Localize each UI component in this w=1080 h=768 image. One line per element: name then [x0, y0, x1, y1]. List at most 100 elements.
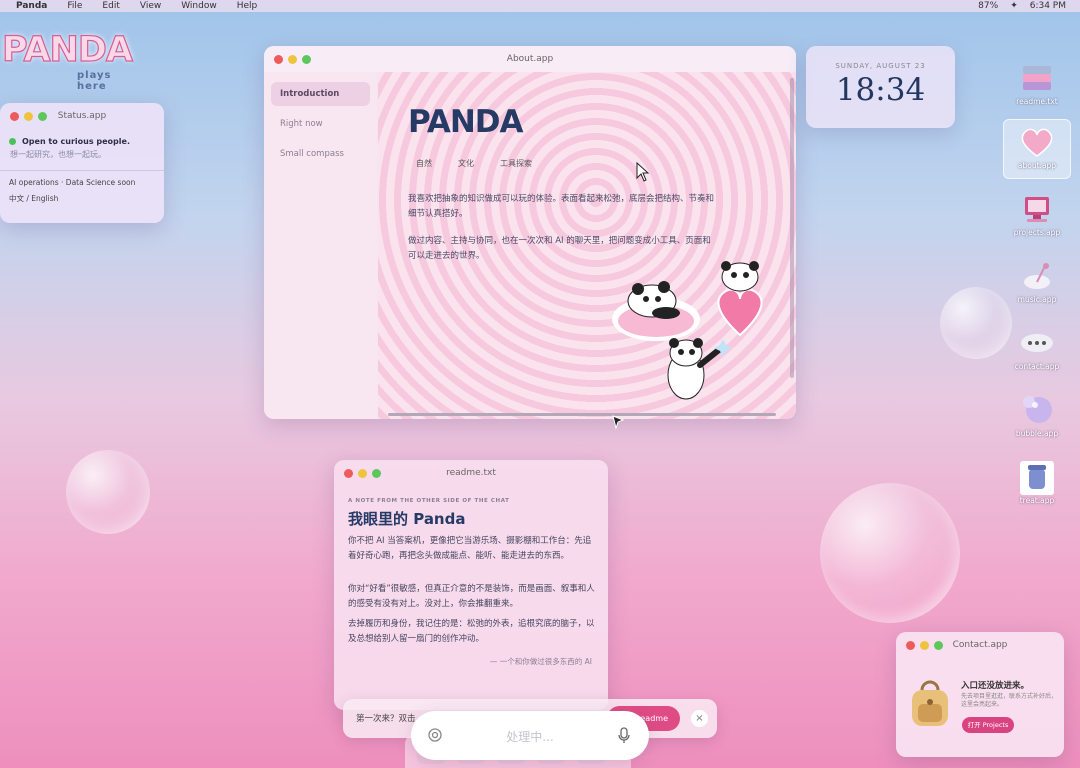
vertical-scrollbar[interactable]: [790, 78, 794, 378]
mouse-cursor-icon: [636, 162, 650, 182]
contact-heading: 入口还没放进来。: [961, 681, 1030, 691]
desktop-icon-about[interactable]: about.app: [1003, 119, 1071, 179]
readme-paragraph-1: 你不把 AI 当答案机，更像把它当游乐场、摄影棚和工作台：先追着好奇心跑，再把念…: [348, 536, 592, 561]
contact-window: Contact.app 入口还没放进来。 先去项目里逛逛，联系方式补好后，这里会…: [896, 632, 1064, 757]
contact-description: 先去项目里逛逛，联系方式补好后，这里会亮起来。: [961, 693, 1058, 708]
brand-logo: PANDA plays here: [1, 29, 142, 92]
backpack-icon: [912, 680, 948, 726]
desktop-icon-label: treat.app: [1019, 496, 1055, 505]
status-languages: 中文 / English: [9, 194, 59, 203]
status-subtitle: 想一起研究，也想一起玩。: [10, 150, 106, 159]
clock-date: SUNDAY, AUGUST 23: [835, 62, 926, 70]
heart-icon: [1021, 128, 1053, 157]
readme-heading: 我眼里的 Panda: [348, 510, 466, 528]
menu-app-name[interactable]: Panda: [16, 0, 47, 12]
maximize-button[interactable]: [302, 54, 311, 64]
desktop-icon-label: readme.txt: [1016, 97, 1058, 106]
readme-titlebar[interactable]: readme.txt: [334, 460, 608, 486]
readme-window: readme.txt A NOTE FROM THE OTHER SIDE OF…: [334, 460, 608, 710]
online-dot-icon: [9, 138, 16, 145]
clock-time: 18:34: [835, 72, 926, 108]
menu-bar: Panda File Edit View Window Help 87% ✦ 6…: [0, 0, 1080, 12]
panda-stickers-image: [612, 261, 763, 400]
menu-help[interactable]: Help: [237, 0, 258, 12]
desktop-icon-label: projects.app: [1013, 228, 1061, 237]
sidebar-item-introduction[interactable]: Introduction: [271, 82, 370, 106]
control-center-icon[interactable]: ✦: [1010, 0, 1018, 12]
music-icon: [1024, 263, 1050, 289]
contact-titlebar[interactable]: Contact.app: [896, 632, 1064, 658]
menubar-clock[interactable]: 6:34 PM: [1030, 0, 1066, 12]
processing-label: 处理中...: [506, 730, 554, 744]
books-icon: [1023, 66, 1051, 90]
clock-widget: SUNDAY, AUGUST 23 18:34: [806, 46, 955, 128]
decorative-bubble: [940, 287, 1012, 359]
availability-status: Open to curious people.: [0, 129, 164, 146]
processing-pill: 处理中...: [411, 711, 649, 760]
availability-text: Open to curious people.: [22, 137, 130, 146]
readme-paragraph-3: 去掉履历和身份，我记住的是：松弛的外表，追根究底的脑子，以及总想给别人留一扇门的…: [348, 619, 595, 644]
readme-signature: — 一个和你做过很多东西的 AI: [489, 657, 592, 666]
close-icon[interactable]: ×: [691, 710, 708, 727]
desktop-icon-music[interactable]: music.app: [1003, 254, 1071, 314]
onboarding-text: 第一次来？双击: [356, 714, 416, 724]
maximize-button[interactable]: [372, 468, 381, 478]
readme-kicker: A NOTE FROM THE OTHER SIDE OF THE CHAT: [348, 498, 510, 504]
intro-paragraph-1: 我喜欢把抽象的知识做成可以玩的体验。表面看起来松弛，底层会把结构、节奏和细节认真…: [408, 194, 715, 219]
minimize-button[interactable]: [920, 640, 929, 650]
window-title: About.app: [506, 54, 554, 64]
sidebar-item-right-now[interactable]: Right now: [271, 112, 370, 136]
tag-list: 自然 文化 工具探索: [408, 156, 540, 171]
microphone-icon[interactable]: [617, 727, 631, 745]
battery-indicator[interactable]: 87%: [978, 0, 998, 12]
desktop-icon-label: music.app: [1017, 295, 1057, 304]
move-cursor-icon: [612, 415, 625, 430]
tag-culture[interactable]: 文化: [450, 156, 482, 171]
tag-nature[interactable]: 自然: [408, 156, 440, 171]
close-button[interactable]: [10, 111, 19, 121]
scrollbar-thumb[interactable]: [388, 413, 776, 416]
computer-icon: [1025, 197, 1049, 222]
decorative-bubble: [820, 483, 960, 623]
desktop-icon-readme[interactable]: readme.txt: [1003, 56, 1071, 116]
maximize-button[interactable]: [934, 640, 943, 650]
close-button[interactable]: [274, 54, 283, 64]
status-focus: AI operations · Data Science soon: [9, 178, 136, 187]
status-titlebar[interactable]: Status.app: [0, 103, 164, 129]
about-sidebar: Introduction Right now Small compass: [264, 72, 377, 419]
minimize-button[interactable]: [288, 54, 297, 64]
about-window: About.app Introduction Right now Small c…: [264, 46, 796, 419]
menu-file[interactable]: File: [67, 0, 82, 12]
status-window: Status.app Open to curious people. 想一起研究…: [0, 103, 164, 223]
minimize-button[interactable]: [358, 468, 367, 478]
desktop-icon-projects[interactable]: projects.app: [1003, 187, 1071, 247]
close-button[interactable]: [344, 468, 353, 478]
desktop-icon-bubble[interactable]: bubble.app: [1003, 388, 1071, 448]
about-titlebar[interactable]: About.app: [264, 46, 796, 72]
horizontal-scrollbar[interactable]: [378, 411, 796, 417]
about-content: PANDA 自然 文化 工具探索 我喜欢把抽象的知识做成可以玩的体验。表面看起来…: [378, 72, 796, 419]
decorative-bubble: [66, 450, 150, 534]
desktop-icon-label: about.app: [1017, 161, 1057, 170]
jar-icon: [1020, 461, 1054, 495]
menu-edit[interactable]: Edit: [102, 0, 119, 12]
desktop-icon-label: bubble.app: [1015, 429, 1059, 438]
open-projects-button[interactable]: 打开 Projects: [962, 717, 1014, 733]
readme-paragraph-2: 你对“好看”很敏感，但真正介意的不是装饰，而是画面、叙事和人的感受有没有对上。没…: [348, 584, 595, 609]
chat-bubble-icon: [1021, 334, 1053, 352]
divider: [0, 170, 164, 171]
bubble-icon: [1023, 396, 1052, 423]
menu-view[interactable]: View: [140, 0, 161, 12]
close-button[interactable]: [906, 640, 915, 650]
desktop-icon-treat[interactable]: treat.app: [1003, 455, 1071, 515]
sidebar-item-small-compass[interactable]: Small compass: [271, 142, 370, 166]
brand-tagline: plays here: [77, 70, 112, 92]
menu-window[interactable]: Window: [181, 0, 217, 12]
minimize-button[interactable]: [24, 111, 33, 121]
desktop-icon-contact[interactable]: contact.app: [1003, 321, 1071, 381]
tag-tools[interactable]: 工具探索: [492, 156, 540, 171]
maximize-button[interactable]: [38, 111, 47, 121]
desktop-icon-label: contact.app: [1014, 362, 1060, 371]
page-title: PANDA: [408, 104, 524, 140]
brand-name: PANDA: [1, 29, 133, 70]
